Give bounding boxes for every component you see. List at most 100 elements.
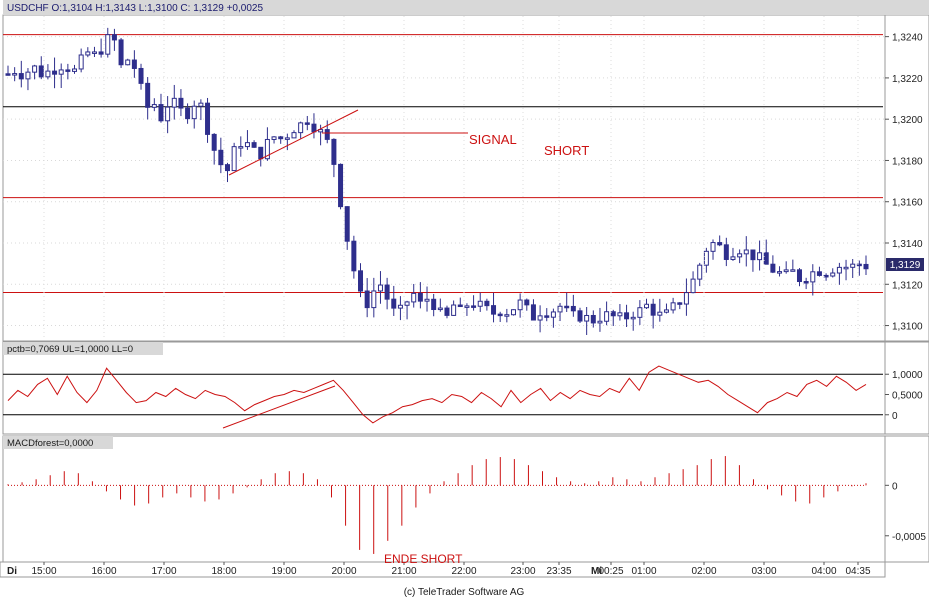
candle-body [411,292,417,303]
candle-body [584,314,590,322]
time-tick-label: 04:35 [845,566,870,577]
candle-body [710,242,716,252]
candle-body [98,51,104,55]
candle-body [158,104,164,122]
time-tick-label: 17:00 [151,566,176,577]
pctb-label: pctb=0,7069 UL=1,0000 LL=0 [7,344,133,355]
time-tick-label: 21:00 [391,566,416,577]
candle-body [451,304,457,316]
candle-body [371,290,377,309]
candle-body [677,302,683,305]
signal-annotation: SIGNAL [469,132,517,147]
candle-body [417,292,423,302]
macd-label: MACDforest=0,0000 [7,438,93,449]
candle-body [617,312,623,317]
candle-body [145,82,151,108]
candle-body [111,34,117,41]
candle-body [777,271,783,274]
candle-body [663,309,669,313]
candle-body [524,299,530,306]
candle-body [697,264,703,280]
pctb-tick-label: 0 [892,411,898,422]
candle-body [211,133,217,151]
candle-body [750,249,756,261]
ende-short-annotation: ENDE SHORT [384,552,463,566]
candle-body [610,311,616,317]
candle-body [358,270,364,292]
candle-body [830,272,836,277]
candle-body [577,310,583,322]
price-axis-strip [884,14,929,342]
macd-panel-frame [2,435,886,563]
candle-body [344,206,350,242]
candle-body [630,316,636,320]
time-tick-label: 03:00 [751,566,776,577]
price-tick-label: 1,3220 [892,74,923,85]
candle-body [191,105,197,120]
price-tick-label: 1,3180 [892,156,923,167]
candle-body [590,314,596,324]
candle-body [377,284,383,292]
candle-body [338,163,344,208]
price-tick-label: 1,3100 [892,322,923,333]
candle-body [65,69,71,72]
copyright: (c) TeleTrader Software AG [404,587,525,598]
candle-body [5,73,11,76]
candle-body [624,312,630,320]
time-tick-label: 00:25 [598,566,623,577]
candle-body [38,65,44,78]
candle-body [457,304,463,308]
time-tick-label: 15:00 [31,566,56,577]
candle-body [850,263,856,268]
time-tick-label: 22:00 [451,566,476,577]
candle-body [464,305,470,308]
candle-body [138,67,144,84]
candle-body [737,253,743,258]
price-tick-label: 1,3140 [892,239,923,250]
candle-body [650,303,656,316]
candle-body [244,142,250,148]
candle-body [504,314,510,317]
candle-body [816,271,822,276]
pctb-tick-label: 1,0000 [892,370,923,381]
candle-body [783,269,789,273]
time-tick-label: 23:35 [546,566,571,577]
last-price-tag: 1,3129 [890,260,921,271]
candle-body [331,138,337,165]
macd-axis-strip [884,435,929,563]
candle-body [291,132,297,139]
candle-body [218,149,224,166]
time-tick-label: 19:00 [271,566,296,577]
candle-body [391,298,397,309]
candle-body [58,69,64,75]
candle-body [185,107,191,120]
candle-body [304,122,310,125]
candle-body [171,97,177,108]
candle-body [284,137,290,140]
candle-body [477,300,483,307]
candle-body [238,146,244,149]
candle-body [723,244,729,260]
pctb-tick-label: 0,5000 [892,391,923,402]
candle-body [397,304,403,309]
pctb-panel-frame [2,341,886,435]
candle-body [278,136,284,140]
candle-body [763,252,769,265]
candle-body [796,269,802,283]
candle-body [690,278,696,294]
symbol-quote: USDCHF O:1,3104 H:1,3143 L:1,3100 C: 1,3… [7,3,263,14]
candle-body [537,315,543,321]
candle-body [298,122,304,134]
candle-body [105,34,111,55]
candle-body [364,290,370,309]
candle-body [25,71,31,80]
time-tick-label: 18:00 [211,566,236,577]
time-tick-label: 20:00 [331,566,356,577]
candle-body [484,300,490,307]
candle-body [604,311,610,322]
candle-body [810,271,816,283]
candle-body [231,146,237,172]
candle-body [544,315,550,318]
candle-body [32,65,38,73]
price-tick-label: 1,3160 [892,198,923,209]
